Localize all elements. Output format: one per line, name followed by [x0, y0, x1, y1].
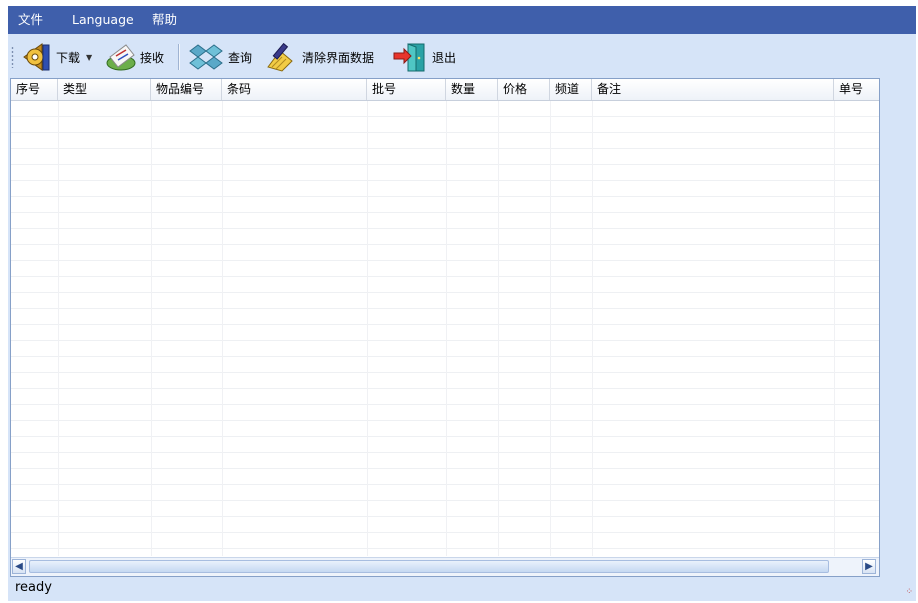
grid-body[interactable] — [11, 101, 879, 556]
status-text: ready — [15, 580, 52, 595]
scroll-left-button[interactable]: ◀ — [12, 559, 26, 574]
column-header-channel[interactable]: 频道 — [550, 79, 592, 100]
column-header-barcode[interactable]: 条码 — [222, 79, 367, 100]
clear-data-label: 清除界面数据 — [302, 50, 375, 65]
toolbar-grip[interactable] — [11, 46, 14, 68]
column-divider — [222, 101, 223, 556]
query-button[interactable]: 查询 — [186, 40, 252, 74]
exit-button[interactable]: 退出 — [392, 40, 456, 74]
column-divider — [498, 101, 499, 556]
dropdown-arrow-icon[interactable]: ▼ — [86, 53, 92, 62]
menu-language[interactable]: Language — [66, 6, 140, 34]
toolbar: 下载 ▼ 接收 查询 清除界面数据 退出 — [8, 34, 916, 78]
toolbar-separator — [178, 44, 180, 70]
column-header-type[interactable]: 类型 — [58, 79, 151, 100]
menu-help[interactable]: 帮助 — [146, 6, 183, 34]
column-divider — [446, 101, 447, 556]
status-bar: ready ⁘ — [8, 577, 916, 601]
column-header-quantity[interactable]: 数量 — [446, 79, 498, 100]
column-divider — [834, 101, 835, 556]
column-header-order-no[interactable]: 单号 — [834, 79, 879, 100]
column-header-batch[interactable]: 批号 — [367, 79, 446, 100]
menu-file[interactable]: 文件 — [12, 6, 49, 34]
exit-label: 退出 — [432, 50, 457, 65]
receive-label: 接收 — [140, 50, 165, 65]
menu-bar: 文件 Language 帮助 — [8, 6, 916, 34]
column-header-index[interactable]: 序号 — [11, 79, 58, 100]
resize-grip-icon[interactable]: ⁘ — [905, 587, 914, 597]
scroll-right-button[interactable]: ▶ — [862, 559, 876, 574]
column-divider — [151, 101, 152, 556]
download-label: 下载 — [56, 50, 81, 65]
data-grid[interactable]: 序号 类型 物品编号 条码 批号 数量 价格 频道 备注 单号 ◀ ▶ — [10, 78, 880, 577]
receive-icon — [104, 41, 138, 73]
column-header-item-code[interactable]: 物品编号 — [151, 79, 222, 100]
clear-data-button[interactable]: 清除界面数据 — [262, 40, 374, 74]
column-header-remark[interactable]: 备注 — [592, 79, 834, 100]
receive-button[interactable]: 接收 — [104, 40, 164, 74]
main-window: 文件 Language 帮助 下载 ▼ 接收 查询 清除界面数据 退出 序号 类… — [8, 6, 916, 601]
broom-icon — [262, 41, 300, 73]
disc-download-icon — [20, 41, 54, 73]
horizontal-scrollbar[interactable]: ◀ ▶ — [11, 557, 879, 576]
column-header-price[interactable]: 价格 — [498, 79, 550, 100]
column-divider — [592, 101, 593, 556]
download-button[interactable]: 下载 ▼ — [20, 40, 92, 74]
exit-door-icon — [392, 41, 430, 73]
scrollbar-thumb[interactable] — [29, 560, 829, 573]
column-divider — [550, 101, 551, 556]
column-divider — [58, 101, 59, 556]
grid-header: 序号 类型 物品编号 条码 批号 数量 价格 频道 备注 单号 — [11, 79, 879, 101]
column-divider — [367, 101, 368, 556]
query-icon — [186, 41, 226, 73]
query-label: 查询 — [228, 50, 253, 65]
